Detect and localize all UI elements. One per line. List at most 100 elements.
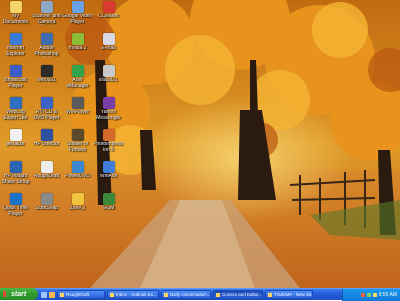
app-icon: [102, 129, 115, 141]
desktop-icon-label: Adobe Photoshop 7.0: [34, 46, 59, 57]
app-icon: [71, 65, 84, 77]
app-icon: [102, 33, 115, 45]
app-icon: [40, 193, 53, 205]
app-icon: [40, 1, 53, 13]
desktop-icon[interactable]: RTI CD & DVD Player: [31, 97, 62, 128]
system-tray: 9:55 AM: [342, 288, 400, 301]
desktop-icon[interactable]: Broadcast Player: [0, 65, 31, 96]
tray-network-icon[interactable]: [366, 292, 371, 297]
desktop-icon[interactable]: WebLog Expert Lite: [0, 97, 31, 128]
desktop-icon[interactable]: Acer eManager: [62, 65, 93, 96]
app-icon: [71, 97, 84, 109]
taskbar: start RoughDraft Inbox - Outlook Ex... D…: [0, 288, 400, 301]
desktop-icon-label: Acer eManager: [66, 78, 89, 89]
app-icon: [9, 33, 22, 45]
app-icon: [71, 33, 84, 45]
quick-launch-folder-icon[interactable]: [49, 291, 55, 298]
desktop-icon[interactable]: My Documents: [0, 1, 31, 32]
app-icon: [71, 193, 84, 205]
desktop-icon-label: Scanner and Camera Wizard: [32, 14, 61, 25]
desktop-icon-label: Internet Explorer: [6, 46, 25, 57]
app-icon: [40, 161, 53, 173]
desktop-icon-label: GOM: [102, 206, 115, 211]
app-icon: [9, 97, 22, 109]
desktop-icon-label: HP Director: [33, 142, 60, 147]
quick-launch: [41, 291, 55, 298]
app-icon: [102, 65, 115, 77]
browser-icon: [164, 292, 168, 297]
taskbar-button-trademe[interactable]: TradeMe - New Ze...: [265, 290, 313, 299]
desktop-icon[interactable]: E-mail: [93, 33, 124, 64]
desktop-icon[interactable]: WinAce: [93, 161, 124, 192]
desktop-icon[interactable]: Soldier of Fortune: [62, 129, 93, 160]
app-icon: [9, 129, 22, 141]
desktop-icon-label: lisa0821: [99, 78, 118, 83]
desktop[interactable]: My DocumentsScanner and Camera WizardGoo…: [0, 0, 400, 288]
desktop-icon[interactable]: Scanner and Camera Wizard: [31, 1, 62, 32]
outlook-icon: [110, 292, 114, 297]
quick-launch-ie-icon[interactable]: [41, 291, 47, 298]
desktop-icon[interactable]: RoughDraft: [31, 161, 62, 192]
app-icon: [102, 1, 115, 13]
app-icon: [71, 1, 84, 13]
desktop-icon-label: RTI CD & DVD Player: [33, 110, 60, 121]
desktop-icon[interactable]: nVidia 2: [62, 33, 93, 64]
desktop-icon[interactable]: lisa0821: [93, 65, 124, 96]
clock: 9:55 AM: [378, 291, 397, 298]
tray-antivirus-icon[interactable]: [360, 292, 365, 297]
app-icon: [9, 161, 22, 173]
desktop-icon-label: Google Video Player: [62, 14, 93, 25]
desktop-icon[interactable]: CCleaner: [93, 1, 124, 32]
app-icon: [9, 65, 22, 77]
desktop-icon[interactable]: pexalize: [0, 129, 31, 160]
desktop-icon[interactable]: Google Video Player: [62, 1, 93, 32]
desktop-icon-label: pexalize: [6, 142, 25, 147]
desktop-icon[interactable]: PhotoImpression 5: [93, 129, 124, 160]
desktop-icon-label: ScanSnap: [34, 206, 59, 211]
desktop-icon[interactable]: Quick Time Player: [0, 193, 31, 224]
windows-flag-icon: [3, 291, 9, 297]
browser-icon: [268, 292, 272, 297]
taskbar-button-daily-conversation[interactable]: Daily conversation...: [161, 290, 211, 299]
desktop-icon-label: WMPlayer: [65, 110, 90, 115]
app-icon: [40, 97, 53, 109]
desktop-icon-label: CCleaner: [97, 14, 120, 19]
app-icon: [40, 65, 53, 77]
desktop-icon[interactable]: Yahoo! Messenger: [93, 97, 124, 128]
desktop-icon-label: E-mail: [101, 46, 116, 51]
desktop-icon-label: RoughDraft: [33, 174, 60, 179]
app-icon: [40, 33, 53, 45]
taskbar-button-outlook[interactable]: Inbox - Outlook Ex...: [107, 290, 159, 299]
app-icon: [9, 193, 22, 205]
app-icon: [71, 129, 84, 141]
desktop-icon-label: Soldier of Fortune: [66, 142, 89, 153]
desktop-icon-label: My Documents: [2, 14, 29, 25]
desktop-icon-label: Yahoo! Messenger: [96, 110, 121, 121]
app-icon: [102, 161, 115, 173]
app-icon: [9, 1, 22, 13]
desktop-icon[interactable]: Internet Explorer: [0, 33, 31, 64]
app-icon: [40, 129, 53, 141]
start-button[interactable]: start: [0, 288, 38, 300]
desktop-icon[interactable]: GOM: [93, 193, 124, 224]
desktop-icon-label: PhotoImpression 5: [93, 142, 124, 153]
desktop-icon[interactable]: Adobe Photoshop 7.0: [31, 33, 62, 64]
desktop-icon-label: Quick Time Player: [2, 206, 28, 217]
desktop-icon[interactable]: Net0921: [31, 65, 62, 96]
desktop-icon[interactable]: Zone 2: [62, 193, 93, 224]
app-icon: [102, 193, 115, 205]
taskbar-button-roughdraft[interactable]: RoughDraft: [57, 290, 105, 299]
desktop-icon-label: WinAce: [99, 174, 118, 179]
app-icon: [71, 161, 84, 173]
desktop-icon[interactable]: HP Instant Share Setup: [0, 161, 31, 192]
desktop-icon[interactable]: PowerDVD: [62, 161, 93, 192]
tray-volume-icon[interactable]: [372, 292, 377, 297]
roughdraft-icon: [60, 292, 64, 297]
desktop-icon[interactable]: ScanSnap: [31, 193, 62, 224]
taskbar-button-comics-editor[interactable]: Comics and Editor...: [213, 290, 263, 299]
desktop-icon[interactable]: HP Director: [31, 129, 62, 160]
desktop-icon-label: Zone 2: [69, 206, 86, 211]
desktop-icon-label: HP Instant Share Setup: [1, 174, 30, 185]
desktop-icon[interactable]: WMPlayer: [62, 97, 93, 128]
desktop-icon-label: Net0921: [37, 78, 56, 83]
